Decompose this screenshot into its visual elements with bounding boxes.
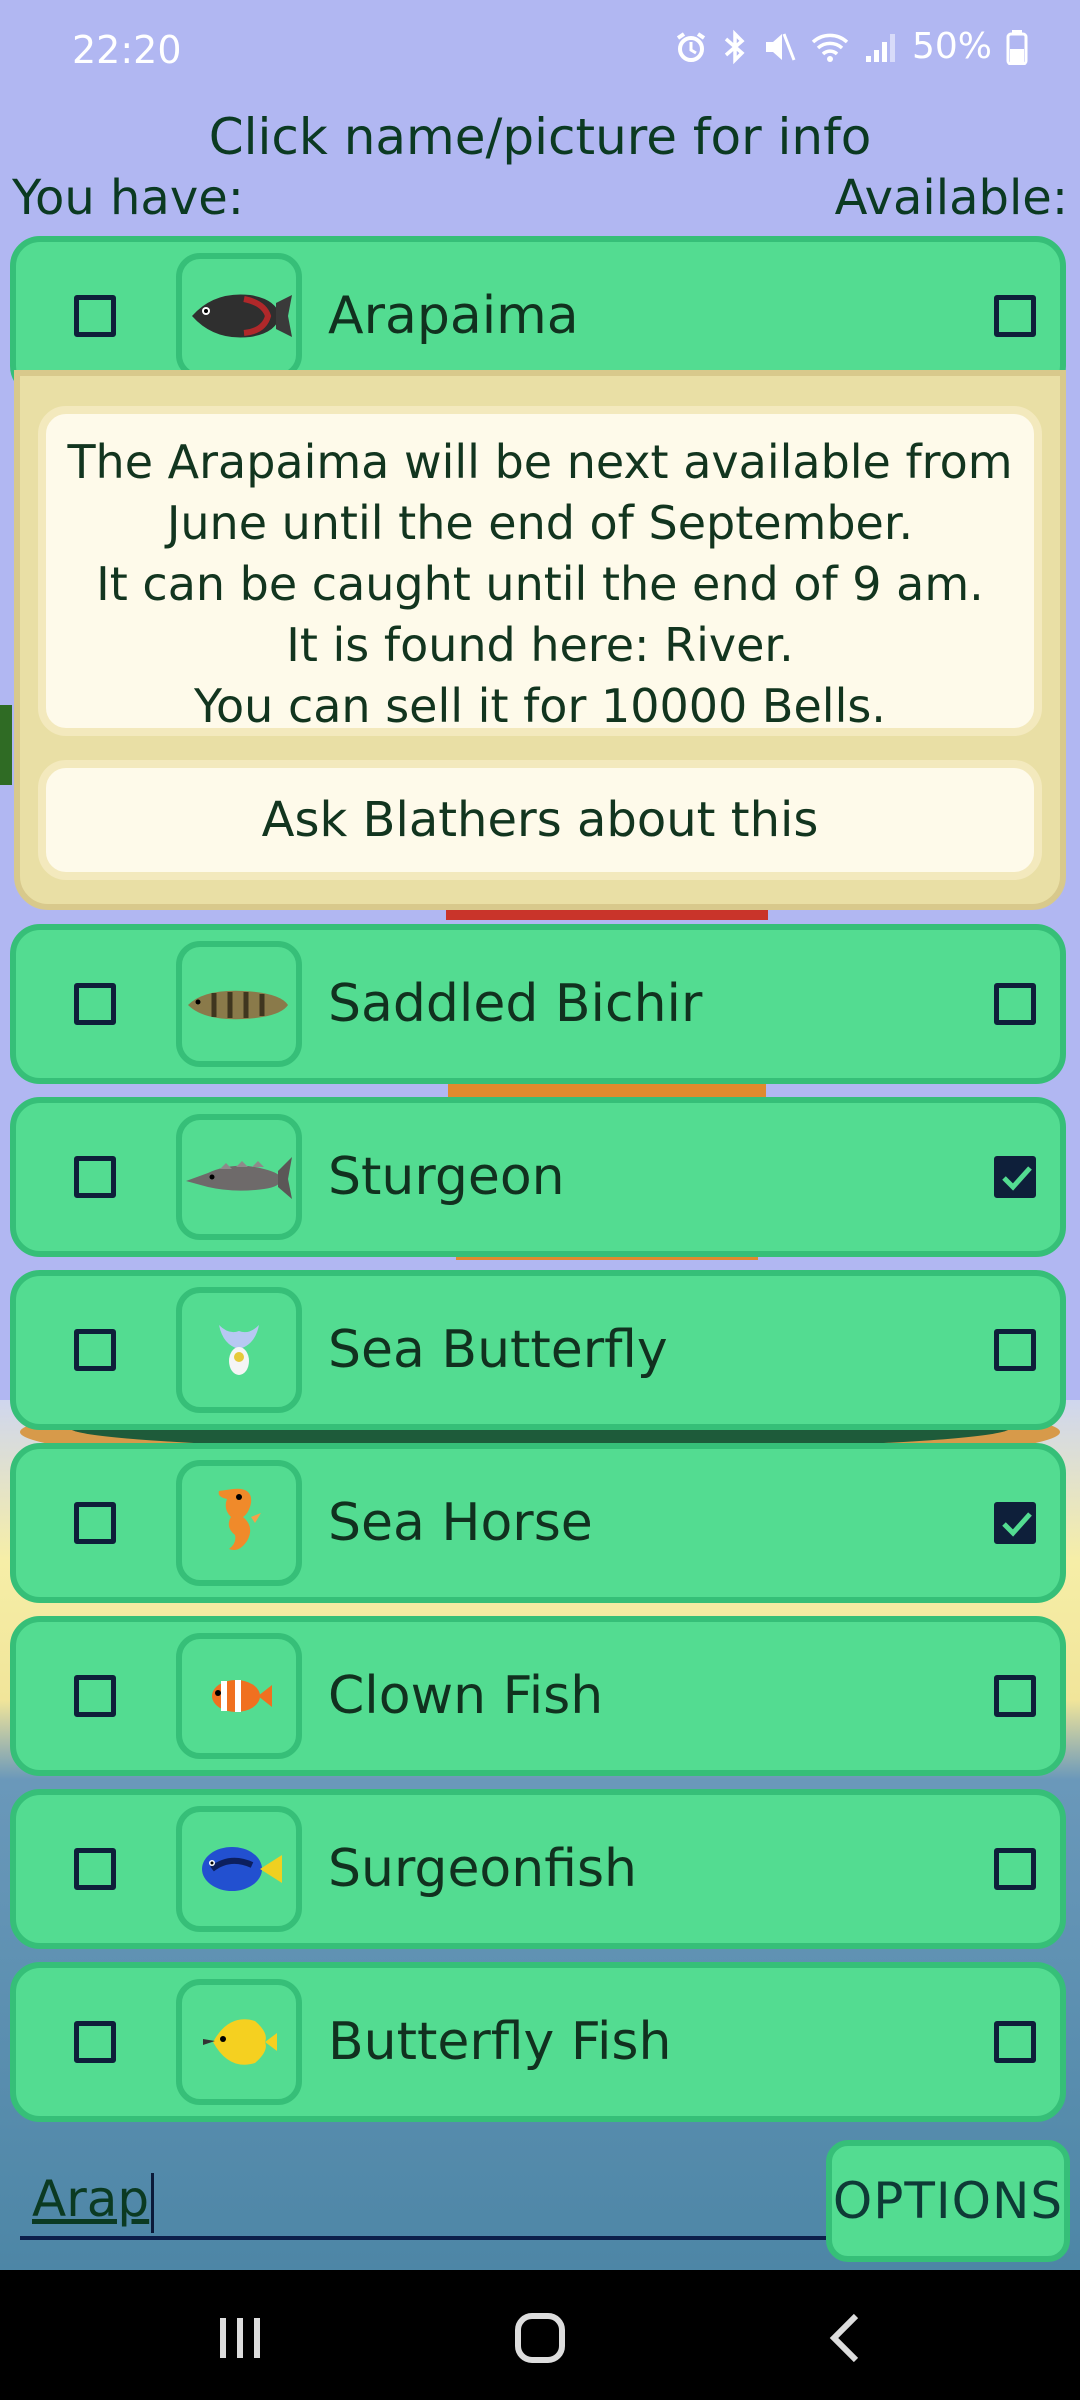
- sturgeon-icon: [186, 1157, 292, 1199]
- fish-thumbnail[interactable]: [176, 253, 302, 379]
- text-cursor: [151, 2172, 155, 2233]
- fish-thumbnail[interactable]: [176, 1979, 302, 2105]
- fish-name[interactable]: Saddled Bichir: [328, 974, 702, 1034]
- fish-thumbnail[interactable]: [176, 1287, 302, 1413]
- info-panel: The Arapaima will be next available from…: [14, 370, 1066, 910]
- recents-icon[interactable]: [212, 2310, 268, 2366]
- fish-name[interactable]: Sea Horse: [328, 1493, 593, 1553]
- fish-thumbnail[interactable]: [176, 1114, 302, 1240]
- have-checkbox[interactable]: [74, 1156, 116, 1198]
- back-icon[interactable]: [820, 2310, 876, 2366]
- home-icon[interactable]: [512, 2310, 568, 2366]
- battery-percent: 50%: [911, 26, 992, 67]
- available-checkbox[interactable]: [994, 1848, 1036, 1890]
- clown-fish-icon: [212, 1680, 272, 1712]
- fish-name[interactable]: Butterfly Fish: [328, 2012, 671, 2072]
- list-item-sea-horse[interactable]: Sea Horse: [10, 1443, 1066, 1603]
- list-item-butterfly-fish[interactable]: Butterfly Fish: [10, 1962, 1066, 2122]
- info-line: June until the end of September.: [166, 496, 914, 550]
- fish-thumbnail[interactable]: [176, 1633, 302, 1759]
- fish-name[interactable]: Clown Fish: [328, 1666, 603, 1726]
- fish-thumbnail[interactable]: [176, 1806, 302, 1932]
- fish-name[interactable]: Sturgeon: [328, 1147, 565, 1207]
- search-bar: Arap OPTIONS: [0, 2140, 1080, 2270]
- available-label: Available:: [834, 170, 1068, 226]
- fish-name[interactable]: Surgeonfish: [328, 1839, 637, 1899]
- have-checkbox[interactable]: [74, 1675, 116, 1717]
- available-checkbox[interactable]: [994, 2021, 1036, 2063]
- status-time: 22:20: [72, 28, 182, 72]
- list-item-saddled-bichir[interactable]: Saddled Bichir: [10, 924, 1066, 1084]
- list-item-surgeonfish[interactable]: Surgeonfish: [10, 1789, 1066, 1949]
- search-input[interactable]: Arap: [20, 2158, 830, 2240]
- available-checkbox[interactable]: [994, 1156, 1036, 1198]
- wifi-icon: [811, 33, 849, 62]
- fish-name[interactable]: Arapaima: [328, 286, 579, 346]
- status-bar: 22:20 50%: [0, 0, 1080, 110]
- list-item-sturgeon[interactable]: Sturgeon: [10, 1097, 1066, 1257]
- have-checkbox[interactable]: [74, 983, 116, 1025]
- alarm-icon: [676, 31, 706, 62]
- fish-thumbnail[interactable]: [176, 1460, 302, 1586]
- list-item-sea-butterfly[interactable]: Sea Butterfly: [10, 1270, 1066, 1430]
- available-checkbox[interactable]: [994, 1329, 1036, 1371]
- info-line: The Arapaima will be next available from: [67, 435, 1013, 489]
- have-checkbox[interactable]: [74, 295, 116, 337]
- available-checkbox[interactable]: [994, 983, 1036, 1025]
- mute-icon: [765, 32, 796, 61]
- have-checkbox[interactable]: [74, 1329, 116, 1371]
- bluetooth-icon: [724, 29, 745, 64]
- search-text: Arap: [32, 2170, 150, 2228]
- list-item-clown-fish[interactable]: Clown Fish: [10, 1616, 1066, 1776]
- info-line: It is found here: River.: [286, 618, 794, 672]
- fish-name[interactable]: Sea Butterfly: [328, 1320, 668, 1380]
- saddled-bichir-icon: [188, 990, 288, 1020]
- options-button[interactable]: OPTIONS: [826, 2140, 1070, 2262]
- arapaima-icon: [192, 294, 292, 338]
- instruction-text: Click name/picture for info: [208, 108, 872, 166]
- info-line: You can sell it for 10000 Bells.: [194, 679, 886, 733]
- sea-horse-icon: [218, 1488, 261, 1550]
- sea-butterfly-icon: [219, 1325, 259, 1375]
- have-checkbox[interactable]: [74, 1848, 116, 1890]
- check-icon: [1002, 1512, 1032, 1537]
- you-have-label: You have:: [12, 170, 244, 226]
- check-icon: [1002, 1166, 1032, 1191]
- have-checkbox[interactable]: [74, 1502, 116, 1544]
- available-checkbox[interactable]: [994, 295, 1036, 337]
- battery-icon: [1006, 29, 1028, 65]
- signal-icon: [865, 33, 895, 62]
- have-checkbox[interactable]: [74, 2021, 116, 2063]
- info-line: It can be caught until the end of 9 am.: [96, 557, 984, 611]
- info-box: The Arapaima will be next available from…: [38, 406, 1042, 736]
- available-checkbox[interactable]: [994, 1502, 1036, 1544]
- status-icons: 50%: [674, 26, 1028, 67]
- available-checkbox[interactable]: [994, 1675, 1036, 1717]
- ask-blathers-button[interactable]: Ask Blathers about this: [38, 760, 1042, 880]
- fish-thumbnail[interactable]: [176, 941, 302, 1067]
- surgeonfish-icon: [202, 1847, 282, 1891]
- navigation-bar: [0, 2270, 1080, 2400]
- butterfly-fish-icon: [203, 2019, 277, 2065]
